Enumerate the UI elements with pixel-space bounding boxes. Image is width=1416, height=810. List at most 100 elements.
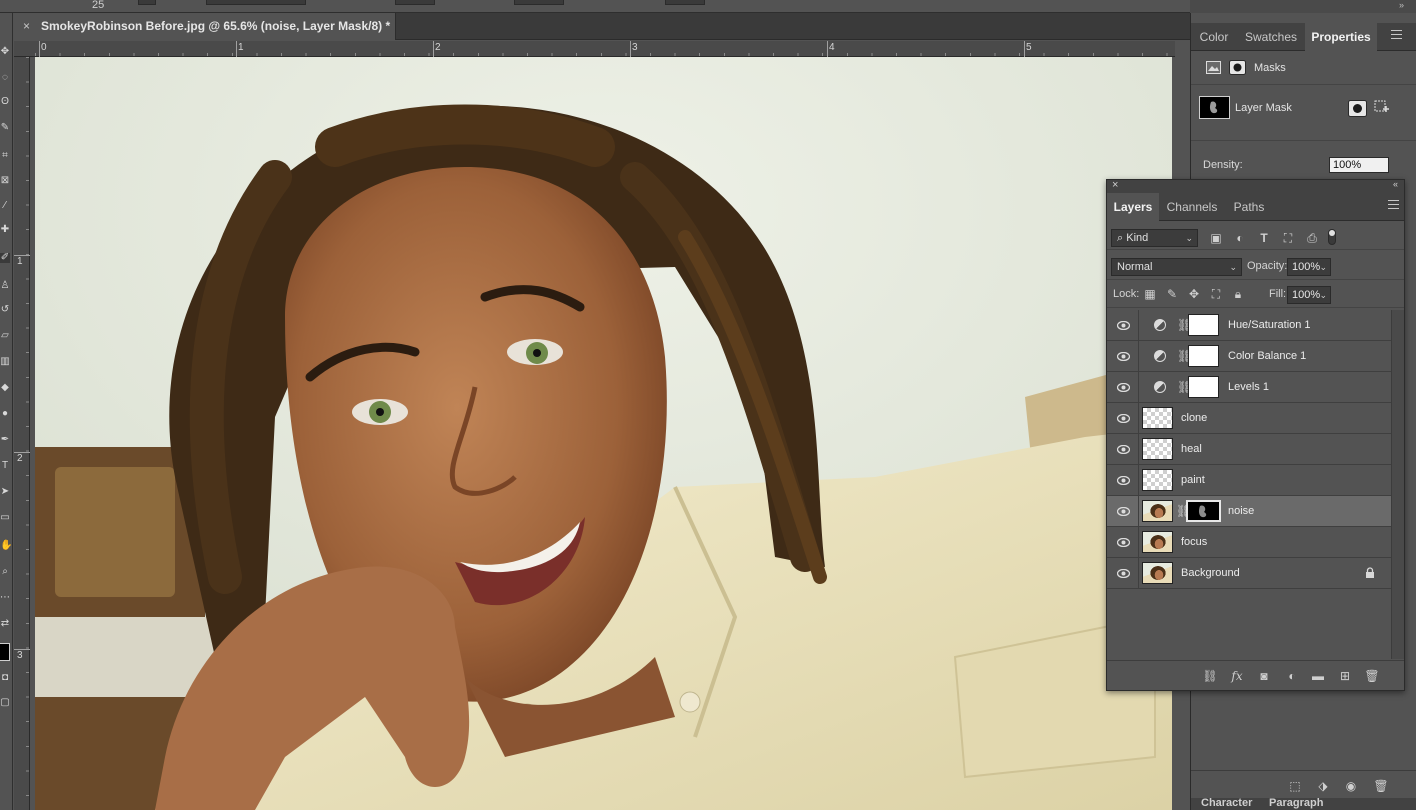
layer-thumbnail[interactable] — [1142, 438, 1173, 460]
document-canvas[interactable] — [35, 57, 1172, 810]
lock-transparent-icon[interactable]: ▦ — [1143, 287, 1157, 301]
tab-swatches[interactable]: Swatches — [1238, 23, 1304, 51]
visibility-eye-icon[interactable] — [1107, 558, 1139, 588]
layer-thumbnail[interactable] — [1142, 531, 1173, 553]
zoom-tool-icon[interactable]: ⌕ — [0, 567, 10, 577]
layer-row-background[interactable]: Background — [1107, 558, 1391, 589]
flow-field[interactable] — [514, 0, 564, 5]
path-select-tool-icon[interactable]: ➤ — [0, 487, 10, 497]
close-panel-icon[interactable]: × — [1112, 179, 1118, 191]
mode-dropdown[interactable] — [206, 0, 306, 5]
vertical-ruler[interactable]: 1 2 3 — [14, 57, 30, 810]
smoothing-field[interactable] — [665, 0, 705, 5]
panel-menu-icon[interactable] — [1391, 30, 1402, 41]
shape-filter-icon[interactable]: ⛶ — [1281, 231, 1295, 245]
layer-thumbnail[interactable] — [1142, 469, 1173, 491]
clone-stamp-tool-icon[interactable]: ♙ — [0, 281, 10, 291]
lasso-tool-icon[interactable]: ʘ — [0, 97, 10, 107]
layer-row-heal[interactable]: heal — [1107, 434, 1391, 465]
delete-layer-icon[interactable]: 🗑 — [1364, 668, 1380, 684]
pixel-mask-icon[interactable] — [1206, 61, 1221, 74]
opacity-input[interactable]: 100% ⌄ — [1287, 258, 1331, 276]
visibility-eye-icon[interactable] — [1107, 372, 1139, 402]
tab-color[interactable]: Color — [1191, 23, 1237, 51]
link-layers-icon[interactable]: ⛓ — [1202, 668, 1218, 684]
new-group-icon[interactable]: ▬ — [1310, 668, 1326, 684]
layer-row-paint[interactable]: paint — [1107, 465, 1391, 496]
brush-tool-icon[interactable]: ✐ — [0, 253, 10, 263]
layer-row-color-balance[interactable]: ⛓ Color Balance 1 — [1107, 341, 1391, 372]
brush-size-readout[interactable]: 25 — [92, 0, 104, 11]
density-input[interactable]: 100% — [1329, 157, 1389, 173]
layer-row-noise[interactable]: ⛓ noise — [1107, 496, 1391, 527]
fx-icon[interactable]: fx — [1229, 668, 1245, 684]
blend-mode-dropdown[interactable]: Normal ⌄ — [1111, 258, 1242, 276]
opacity-field[interactable] — [395, 0, 435, 5]
eraser-tool-icon[interactable]: ▱ — [0, 331, 10, 341]
lock-pixels-icon[interactable]: ✎ — [1165, 287, 1179, 301]
adjustment-filter-icon[interactable]: ◐ — [1233, 231, 1247, 245]
ruler-origin[interactable] — [14, 41, 35, 57]
layer-row-clone[interactable]: clone — [1107, 403, 1391, 434]
blur-tool-icon[interactable]: ◆ — [0, 383, 10, 393]
layer-mask-thumbnail[interactable] — [1188, 345, 1219, 367]
visibility-eye-icon[interactable] — [1107, 341, 1139, 371]
frame-tool-icon[interactable]: ⊠ — [0, 176, 10, 186]
filter-kind-dropdown[interactable]: ⌕ Kind ⌄ — [1111, 229, 1198, 247]
selection-icon[interactable]: ⬚ — [1287, 778, 1303, 794]
add-mask-icon[interactable]: ◙ — [1256, 668, 1272, 684]
visibility-eye-icon[interactable] — [1107, 434, 1139, 464]
document-tab[interactable]: × SmokeyRobinson Before.jpg @ 65.6% (noi… — [14, 13, 396, 40]
screen-mode-icon[interactable]: ▢ — [0, 698, 10, 708]
layer-row-hue-saturation[interactable]: ⛓ Hue/Saturation 1 — [1107, 310, 1391, 341]
lock-position-icon[interactable]: ✥ — [1187, 287, 1201, 301]
layer-list-scrollbar[interactable] — [1391, 310, 1404, 659]
layer-thumbnail[interactable] — [1142, 562, 1173, 584]
crop-tool-icon[interactable]: ⌗ — [0, 151, 10, 161]
layers-panel-titlebar[interactable]: × « — [1107, 179, 1404, 193]
quick-mask-icon[interactable]: ◘ — [0, 673, 10, 683]
vector-mask-icon[interactable] — [1229, 60, 1246, 75]
new-layer-icon[interactable]: ⊞ — [1337, 668, 1353, 684]
tab-channels[interactable]: Channels — [1160, 193, 1224, 221]
tab-paragraph[interactable]: Paragraph — [1269, 798, 1323, 809]
fill-input[interactable]: 100% ⌄ — [1287, 286, 1331, 304]
layer-mask-thumbnail[interactable] — [1186, 500, 1221, 522]
horizontal-ruler[interactable]: 0 1 2 3 4 5 — [35, 41, 1175, 57]
add-vector-mask-icon[interactable] — [1374, 100, 1390, 116]
marquee-tool-icon[interactable]: ◌ — [0, 73, 10, 83]
layers-menu-icon[interactable] — [1388, 200, 1399, 211]
layer-row-levels[interactable]: ⛓ Levels 1 — [1107, 372, 1391, 403]
layer-row-focus[interactable]: focus — [1107, 527, 1391, 558]
visibility-eye-icon[interactable] — [1107, 465, 1139, 495]
swap-colors-icon[interactable]: ⇄ — [0, 619, 10, 629]
more-tools-icon[interactable]: ⋯ — [0, 593, 10, 603]
new-adjustment-icon[interactable]: ◐ — [1284, 668, 1300, 684]
visibility-eye-icon[interactable] — [1107, 496, 1139, 526]
layer-thumbnail[interactable] — [1142, 500, 1173, 522]
layer-mask-thumbnail[interactable] — [1188, 314, 1219, 336]
layer-thumbnail[interactable] — [1142, 407, 1173, 429]
delete-mask-icon[interactable]: 🗑 — [1373, 778, 1389, 794]
visibility-eye-icon[interactable]: ◉ — [1343, 778, 1359, 794]
eyedropper-tool-icon[interactable]: ⁄ — [0, 201, 10, 211]
type-tool-icon[interactable]: T — [0, 461, 10, 471]
tab-properties[interactable]: Properties — [1305, 23, 1377, 51]
pen-tool-icon[interactable]: ✒ — [0, 435, 10, 445]
healing-tool-icon[interactable]: ✚ — [0, 225, 10, 235]
gradient-tool-icon[interactable]: ▥ — [0, 357, 10, 367]
foreground-color-swatch[interactable] — [0, 643, 10, 661]
history-brush-tool-icon[interactable]: ↺ — [0, 305, 10, 315]
type-filter-icon[interactable]: T — [1257, 231, 1271, 245]
apply-mask-icon[interactable]: ⬗ — [1315, 778, 1331, 794]
visibility-eye-icon[interactable] — [1107, 527, 1139, 557]
smart-object-filter-icon[interactable]: ⎙ — [1305, 231, 1319, 245]
visibility-eye-icon[interactable] — [1107, 310, 1139, 340]
move-tool-icon[interactable]: ✥ — [0, 47, 10, 57]
collapse-panel-icon[interactable]: « — [1393, 179, 1398, 189]
dodge-tool-icon[interactable]: ● — [0, 409, 10, 419]
tab-layers[interactable]: Layers — [1107, 193, 1159, 221]
brush-preset-icon[interactable] — [138, 0, 156, 5]
add-mask-icon[interactable] — [1348, 100, 1367, 117]
close-document-icon[interactable]: × — [23, 19, 30, 33]
